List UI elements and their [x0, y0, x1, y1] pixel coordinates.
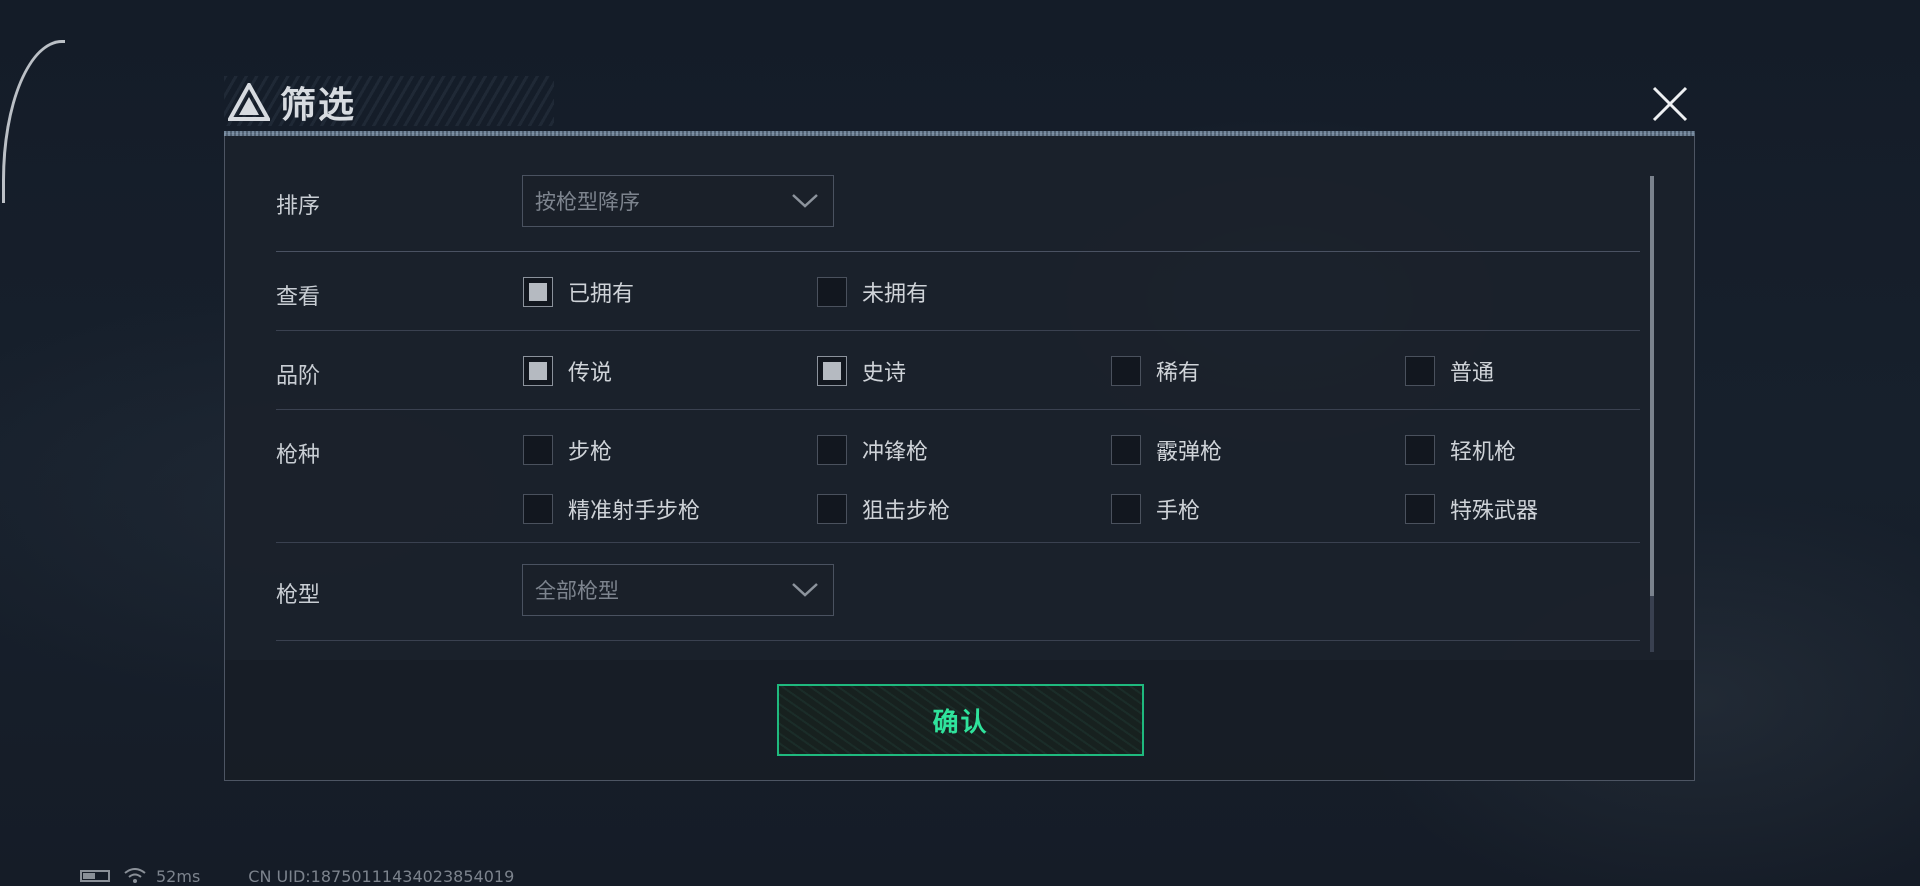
- checkbox-label: 普通: [1450, 361, 1495, 386]
- close-button[interactable]: [1644, 78, 1696, 130]
- ping-value: 52ms: [156, 866, 201, 886]
- user-uid: CN UID:18750111434023854019: [248, 866, 515, 886]
- checkbox-box: [1405, 435, 1435, 465]
- checkbox-box: [1111, 356, 1141, 386]
- checkbox-label: 步枪: [568, 440, 613, 465]
- checkbox-dmr[interactable]: 精准射手步枪: [523, 493, 700, 525]
- checkbox-label: 冲锋枪: [862, 440, 929, 465]
- sort-label: 排序: [276, 194, 321, 219]
- checkbox-label: 狙击步枪: [862, 499, 951, 524]
- checkbox-rare[interactable]: 稀有: [1111, 355, 1200, 387]
- checkbox-legendary[interactable]: 传说: [523, 355, 612, 387]
- checkbox-smg[interactable]: 冲锋枪: [817, 434, 928, 466]
- battery-icon: [80, 870, 110, 882]
- checkbox-box: [817, 494, 847, 524]
- checkbox-box: [817, 277, 847, 307]
- checkbox-label: 特殊武器: [1450, 499, 1539, 524]
- dialog-header: 筛选: [228, 80, 356, 126]
- checkbox-lmg[interactable]: 轻机枪: [1405, 434, 1516, 466]
- checkbox-box: [523, 435, 553, 465]
- dialog-title: 筛选: [280, 85, 357, 126]
- game-logo-icon: [228, 83, 270, 121]
- weapon-model-dropdown[interactable]: 全部枪型: [522, 564, 834, 616]
- checkbox-label: 霰弹枪: [1156, 440, 1223, 465]
- sort-dropdown[interactable]: 按枪型降序: [522, 175, 834, 227]
- weapon-class-label: 枪种: [276, 443, 321, 468]
- checkbox-owned[interactable]: 已拥有: [523, 276, 634, 308]
- checkbox-not-owned[interactable]: 未拥有: [817, 276, 928, 308]
- chevron-down-icon: [792, 194, 818, 208]
- divider: [276, 542, 1640, 543]
- checkbox-shotgun[interactable]: 霰弹枪: [1111, 434, 1222, 466]
- scrollbar-thumb[interactable]: [1650, 176, 1654, 596]
- checkbox-label: 传说: [568, 361, 613, 386]
- checkbox-box: [817, 356, 847, 386]
- status-bar: 52ms CN UID:18750111434023854019: [80, 866, 514, 886]
- checkbox-box: [1111, 435, 1141, 465]
- dialog-top-border: [224, 131, 1695, 136]
- checkbox-box: [817, 435, 847, 465]
- weapon-model-label: 枪型: [276, 583, 321, 608]
- wifi-icon: [124, 868, 146, 883]
- checkbox-pistol[interactable]: 手枪: [1111, 493, 1200, 525]
- checkbox-label: 稀有: [1156, 361, 1201, 386]
- checkbox-label: 轻机枪: [1450, 440, 1517, 465]
- weapon-model-selected-value: 全部枪型: [535, 579, 619, 603]
- divider: [276, 251, 1640, 252]
- checkbox-box: [523, 356, 553, 386]
- checkbox-box: [1405, 494, 1435, 524]
- checkbox-label: 史诗: [862, 361, 907, 386]
- chevron-down-icon: [792, 583, 818, 597]
- checkbox-label: 已拥有: [568, 282, 635, 307]
- checkbox-box: [1405, 356, 1435, 386]
- checkbox-label: 未拥有: [862, 282, 929, 307]
- view-label: 查看: [276, 285, 321, 310]
- checkbox-epic[interactable]: 史诗: [817, 355, 906, 387]
- checkbox-box: [523, 494, 553, 524]
- checkbox-box: [523, 277, 553, 307]
- checkbox-special[interactable]: 特殊武器: [1405, 493, 1538, 525]
- close-icon: [1652, 86, 1688, 122]
- checkbox-rifle[interactable]: 步枪: [523, 434, 612, 466]
- checkbox-common[interactable]: 普通: [1405, 355, 1494, 387]
- divider: [276, 330, 1640, 331]
- checkbox-label: 精准射手步枪: [568, 499, 701, 524]
- divider: [276, 640, 1640, 641]
- checkbox-sniper[interactable]: 狙击步枪: [817, 493, 950, 525]
- rarity-label: 品阶: [276, 364, 321, 389]
- checkbox-box: [1111, 494, 1141, 524]
- divider: [276, 409, 1640, 410]
- confirm-button[interactable]: 确认: [777, 684, 1144, 756]
- sort-selected-value: 按枪型降序: [535, 190, 640, 214]
- checkbox-label: 手枪: [1156, 499, 1201, 524]
